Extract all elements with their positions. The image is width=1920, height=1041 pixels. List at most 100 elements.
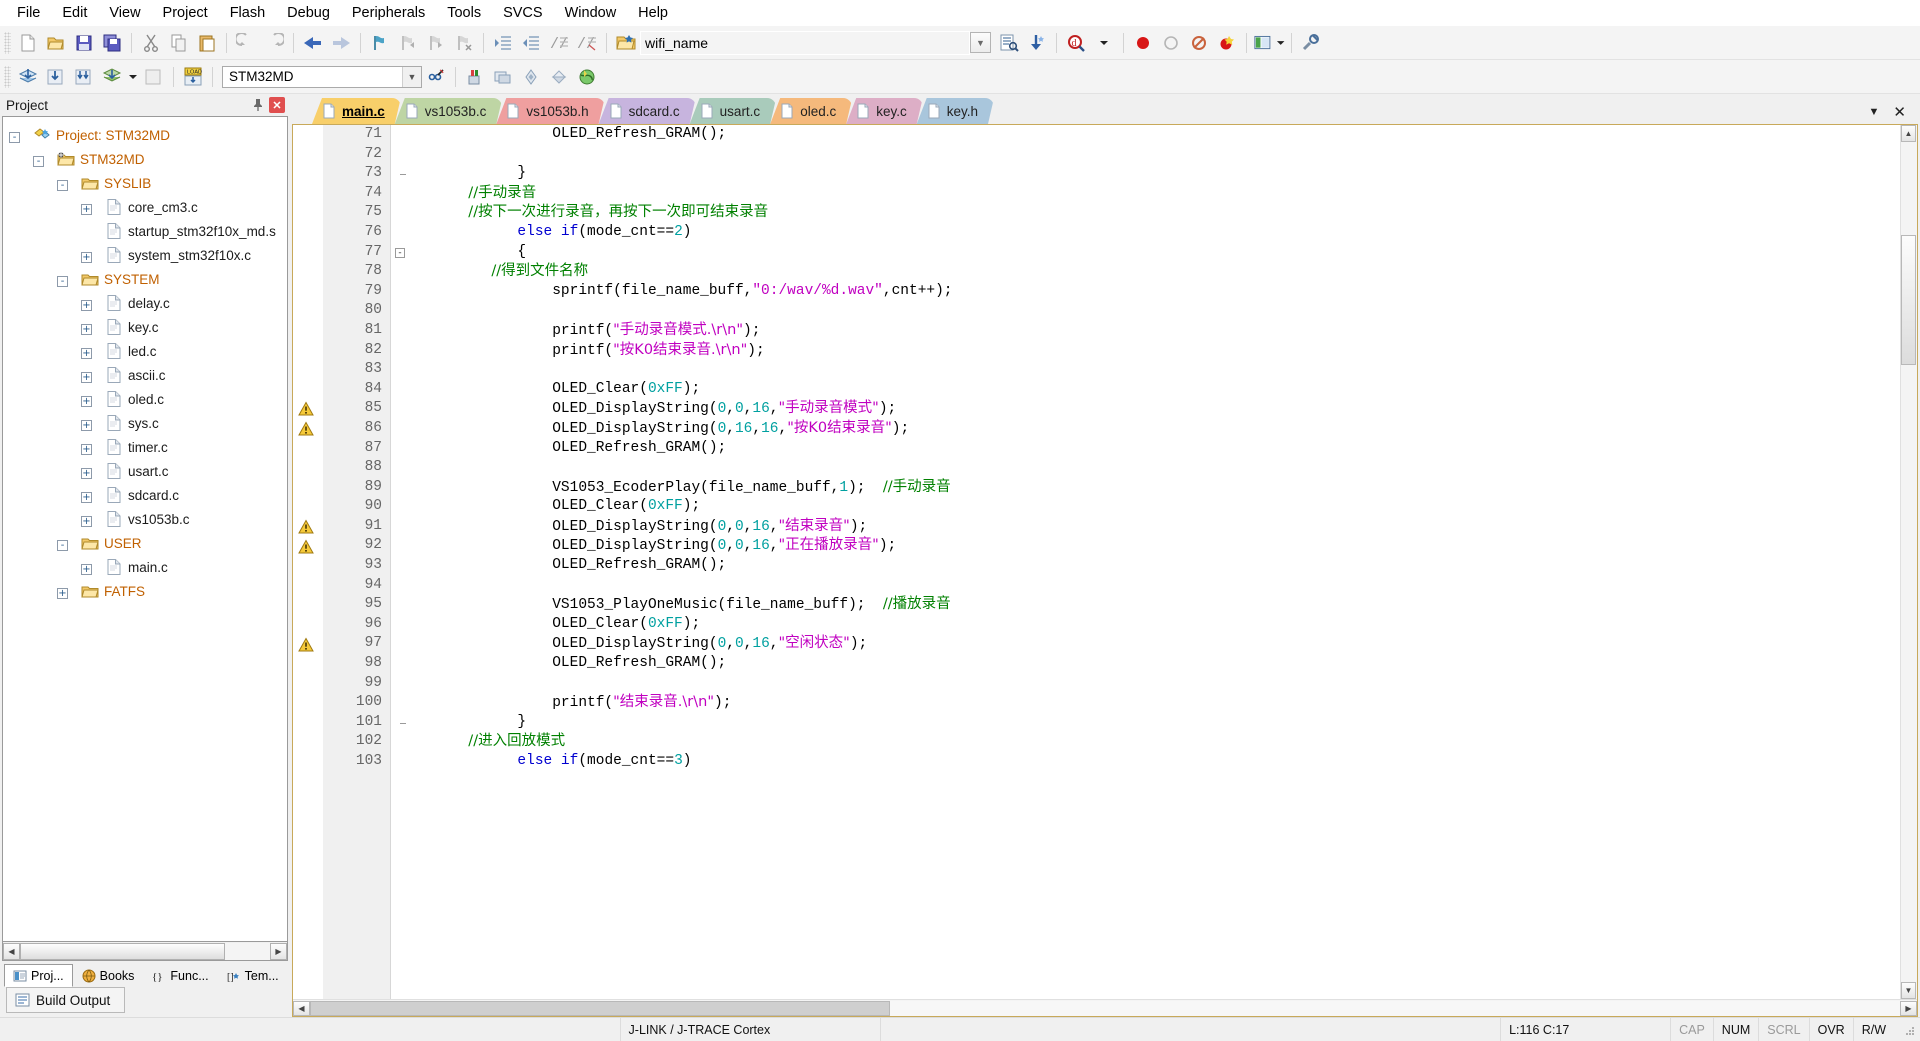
menu-item-window[interactable]: Window [554,2,628,24]
code-line[interactable]: //手动录音 [413,184,1900,204]
warning-icon[interactable] [298,401,314,417]
project-tree-hscrollbar[interactable]: ◀ ▶ [2,942,288,961]
menu-item-file[interactable]: File [6,2,51,24]
close-icon[interactable]: ✕ [1893,103,1906,121]
find-in-files-icon[interactable] [995,29,1023,57]
code-line[interactable]: OLED_Clear(0xFF); [413,497,1900,517]
tree-node[interactable]: + FATFS [9,579,287,603]
menu-item-peripherals[interactable]: Peripherals [341,2,436,24]
code-line[interactable]: OLED_Clear(0xFF); [413,380,1900,400]
enable-breakpoints-icon[interactable] [1213,29,1241,57]
batch-build-icon[interactable] [98,63,126,91]
code-text[interactable]: OLED_Refresh_GRAM(); } //手动录音 //按下一次进行录音… [413,125,1900,999]
fold-toggle-icon[interactable]: - [395,247,405,258]
tree-expand-icon[interactable]: + [81,368,105,383]
pack-installer-icon[interactable] [573,63,601,91]
menu-item-help[interactable]: Help [627,2,679,24]
code-line[interactable]: { [413,243,1900,263]
bookmark-toggle-icon[interactable] [366,29,394,57]
code-line[interactable]: OLED_DisplayString(0,0,16,"正在播放录音"); [413,536,1900,556]
code-line[interactable]: //按下一次进行录音，再按下一次即可结束录音 [413,203,1900,223]
editor-tab-sdcard-c[interactable]: sdcard.c [599,98,696,124]
tree-expand-icon[interactable]: + [81,320,105,335]
tree-collapse-icon[interactable]: - [57,176,81,191]
bookmark-dropdown-arrow-icon[interactable]: ▼ [970,32,991,53]
navigate-forward-icon[interactable] [327,29,355,57]
code-line[interactable]: else if(mode_cnt==2) [413,223,1900,243]
stop-build-icon[interactable] [140,63,168,91]
build-icon[interactable] [42,63,70,91]
tree-node[interactable]: - SYSLIB [9,171,287,195]
bookmark-folder-icon[interactable] [612,29,640,57]
code-line[interactable]: VS1053_PlayOneMusic(file_name_buff); //播… [413,595,1900,615]
editor-tab-vs1053b-c[interactable]: vs1053b.c [395,98,503,124]
tree-expand-icon[interactable]: + [81,512,105,527]
build-output-tab[interactable]: Build Output [6,987,126,1013]
code-line[interactable]: OLED_DisplayString(0,0,16,"结束录音"); [413,517,1900,537]
chevron-down-icon[interactable]: ▼ [1869,106,1880,118]
code-editor[interactable]: 71 72 73 74 75 76 77 78 79 80 81 82 83 84 85 86 87 88 89 90… [292,124,1918,1017]
editor-tab-vs1053b-h[interactable]: vs1053b.h [496,98,604,124]
code-line[interactable] [413,301,1900,321]
code-line[interactable]: OLED_DisplayString(0,0,16,"空闲状态"); [413,634,1900,654]
tree-collapse-icon[interactable]: - [57,272,81,287]
toolbar-grip[interactable] [4,31,11,54]
tree-node[interactable]: + system_stm32f10x.c [9,243,287,267]
target-selector[interactable]: STM32MD ▼ [222,65,422,88]
tree-expand-icon[interactable]: + [81,296,105,311]
tree-node[interactable]: + timer.c [9,435,287,459]
tree-expand-icon[interactable]: + [81,200,105,215]
code-line[interactable] [413,360,1900,380]
tree-expand-icon[interactable]: + [81,416,105,431]
scroll-right-icon[interactable]: ▶ [270,942,287,960]
code-folding-bar[interactable]: - [391,125,413,999]
tree-node[interactable]: startup_stm32f10x_md.s [9,219,287,243]
warning-icon[interactable] [298,421,314,437]
tree-node[interactable]: - SYSTEM [9,267,287,291]
code-line[interactable]: OLED_Refresh_GRAM(); [413,439,1900,459]
bookmark-clear-icon[interactable] [450,29,478,57]
code-line[interactable]: //进入回放模式 [413,732,1900,752]
menu-item-edit[interactable]: Edit [51,2,98,24]
tree-node[interactable]: + main.c [9,555,287,579]
bookmark-next-icon[interactable] [422,29,450,57]
scroll-up-icon[interactable]: ▲ [1901,125,1916,142]
code-line[interactable]: OLED_Refresh_GRAM(); [413,654,1900,674]
editor-tab-oled-c[interactable]: oled.c [770,98,852,124]
tree-node[interactable]: + sys.c [9,411,287,435]
code-line[interactable]: //得到文件名称 [413,262,1900,282]
vscroll-thumb[interactable] [1901,235,1916,365]
project-tree[interactable]: - Project: STM32MD - STM32MD - SYSLIB + core_cm… [2,116,288,942]
tree-expand-icon[interactable]: + [81,560,105,575]
editor-tab-key-c[interactable]: key.c [846,98,923,124]
tree-node[interactable]: - USER [9,531,287,555]
code-line[interactable] [413,674,1900,694]
bookmark-prev-icon[interactable] [394,29,422,57]
warning-icon[interactable] [298,519,314,535]
code-line[interactable]: } [413,164,1900,184]
menu-item-flash[interactable]: Flash [219,2,276,24]
code-line[interactable]: sprintf(file_name_buff,"0:/wav/%d.wav",c… [413,282,1900,302]
menu-item-svcs[interactable]: SVCS [492,2,554,24]
tree-node[interactable]: + oled.c [9,387,287,411]
scroll-left-icon[interactable]: ◀ [3,942,20,960]
chevron-down-icon[interactable]: ▼ [402,66,421,87]
tree-node[interactable]: - STM32MD [9,147,287,171]
tree-node[interactable]: + led.c [9,339,287,363]
scroll-down-icon[interactable]: ▼ [1901,982,1916,999]
indent-icon[interactable] [489,29,517,57]
code-line[interactable]: printf("手动录音模式.\r\n"); [413,321,1900,341]
new-file-icon[interactable] [14,29,42,57]
project-panel-tab-tem[interactable]: [] Tem... [217,964,288,987]
warning-icon[interactable] [298,637,314,653]
code-line[interactable]: OLED_Clear(0xFF); [413,615,1900,635]
editor-tab-main-c[interactable]: main.c [312,98,401,124]
project-panel-tab-proj[interactable]: Proj... [4,964,73,987]
uncomment-icon[interactable]: // [573,29,601,57]
tree-node[interactable]: + ascii.c [9,363,287,387]
manage-run-time-env-icon[interactable] [489,63,517,91]
save-all-icon[interactable] [98,29,126,57]
disable-breakpoints-icon[interactable] [1185,29,1213,57]
resize-grip-icon[interactable] [1894,1018,1920,1041]
code-line[interactable]: OLED_DisplayString(0,0,16,"手动录音模式"); [413,399,1900,419]
